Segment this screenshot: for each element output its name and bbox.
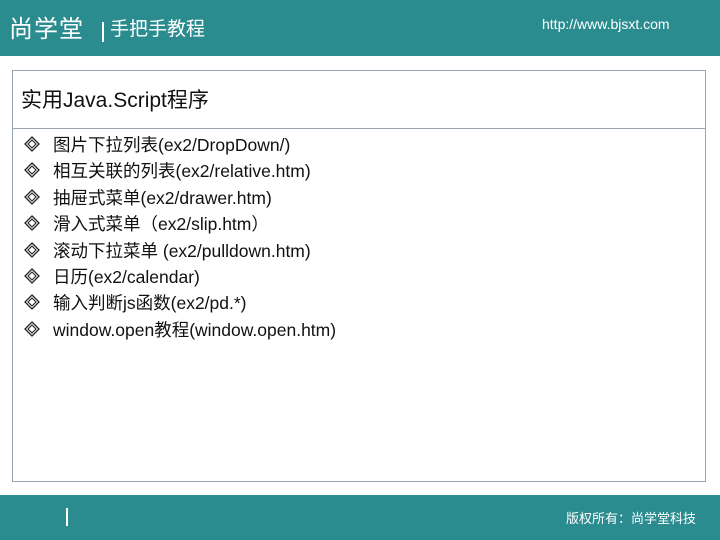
diamond-bullet-icon <box>24 162 40 179</box>
slide-title-suffix: 程序 <box>166 88 209 112</box>
header-tagline: 手把手教程 <box>110 18 206 40</box>
diamond-bullet-icon <box>24 294 40 311</box>
slide-title-en: Java.Script <box>63 89 167 112</box>
diamond-bullet-icon <box>24 320 40 337</box>
list-item-text: window.open教程(window.open.htm) <box>53 319 337 340</box>
diamond-bullet-icon <box>24 268 40 284</box>
footer-copyright: 版权所有：尚学堂科技 <box>565 512 696 527</box>
slide-title-prefix: 实用 <box>21 88 63 112</box>
list-item-text: 抽屉式菜单(ex2/drawer.htm) <box>53 187 272 208</box>
header-bar: 尚学堂 手把手教程 http://www.bjsxt.com <box>0 0 720 56</box>
header-divider <box>102 22 104 42</box>
diamond-bullet-icon <box>24 215 40 232</box>
header-url: http://www.bjsxt.com <box>542 16 670 32</box>
list-item-text: 日历(ex2/calendar) <box>53 266 200 287</box>
content-frame: 实用Java.Script程序 图片下拉列表(ex2/DropDown/) 相互… <box>12 70 706 482</box>
brand-logo: 尚学堂 <box>9 15 84 43</box>
title-row: 实用Java.Script程序 <box>13 71 705 129</box>
list-item-text: 滑入式菜单（ex2/slip.htm） <box>53 214 269 235</box>
list-item-text: 滚动下拉菜单 (ex2/pulldown.htm) <box>53 240 311 261</box>
diamond-bullet-icon <box>24 241 40 258</box>
footer-bar: 版权所有：尚学堂科技 <box>0 495 720 540</box>
slide-title: 实用Java.Script程序 <box>21 87 209 114</box>
footer-divider <box>66 508 68 526</box>
list-item-text: 输入判断js函数(ex2/pd.*) <box>53 293 247 314</box>
diamond-bullet-icon <box>24 136 40 152</box>
diamond-bullet-icon <box>24 188 40 205</box>
list-item-text: 相互关联的列表(ex2/relative.htm) <box>53 161 311 182</box>
list-item-text: 图片下拉列表(ex2/DropDown/) <box>53 135 291 155</box>
